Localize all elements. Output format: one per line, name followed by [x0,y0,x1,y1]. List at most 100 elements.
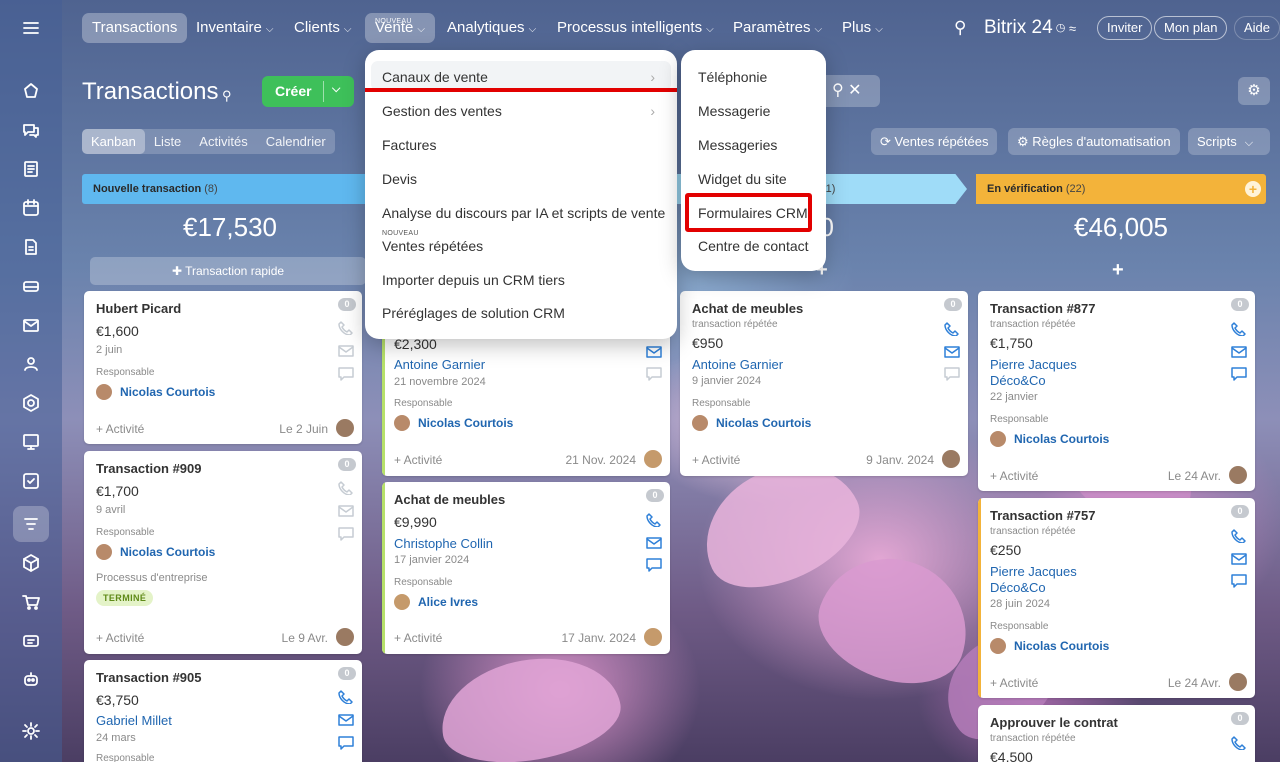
client-link[interactable]: Antoine Garnier [394,357,485,372]
nav-inventaire[interactable]: Inventaire ⌵ [196,13,273,43]
repeat-sales-button[interactable]: ⟳ Ventes répétées [871,128,998,155]
menu-item-analyse-discours[interactable]: Analyse du discours par IA et scripts de… [382,205,665,221]
phone-icon[interactable] [1231,322,1247,337]
responsible-person[interactable]: Nicolas Courtois [990,431,1109,447]
automation-button[interactable]: ⚙ Règles d'automatisation [1008,128,1180,155]
add-activity-link[interactable]: + Activité [990,469,1038,483]
menu-item-importer-crm[interactable]: Importer depuis un CRM tiers [382,272,565,288]
tab-calendrier[interactable]: Calendrier [257,129,335,154]
chat-icon[interactable] [1231,574,1247,588]
bot-icon[interactable] [19,668,43,692]
chat-icon[interactable] [338,367,354,381]
settings-icon[interactable] [19,719,43,743]
phone-icon[interactable] [338,690,354,705]
client-link[interactable]: Pierre Jacques [990,564,1077,579]
deal-card[interactable]: Hubert Picard €1,600 2 juin Responsable … [84,291,362,444]
crm-funnel-icon[interactable] [13,506,49,542]
cart-icon[interactable] [19,590,43,614]
mail-icon[interactable] [19,313,43,337]
sites-icon[interactable] [19,391,43,415]
deal-card[interactable]: Achat de meubles transaction répétée €95… [680,291,968,476]
drive-icon[interactable] [19,274,43,298]
document-icon[interactable] [19,235,43,259]
submenu-item-messagerie[interactable]: Messagerie [698,103,770,119]
help-button[interactable]: Aide [1234,16,1280,40]
quick-transaction-button[interactable]: ✚ Transaction rapide [90,257,366,285]
menu-item-factures[interactable]: Factures [382,137,436,153]
invite-button[interactable]: Inviter [1097,16,1153,40]
company-link[interactable]: Déco&Co [990,580,1046,595]
responsible-person[interactable]: Nicolas Courtois [990,638,1109,654]
deal-card[interactable]: Transaction #877 transaction répétée €1,… [978,291,1255,491]
deal-card[interactable]: Achat de meubles €9,990 Christophe Colli… [382,482,670,654]
client-link[interactable]: Antoine Garnier [692,357,783,372]
deal-card[interactable]: Transaction #757 transaction répétée €25… [978,498,1255,698]
mail-icon[interactable] [338,713,354,727]
home-icon[interactable] [19,79,43,103]
card-title[interactable]: Transaction #877 [990,301,1096,316]
chat-icon[interactable] [1231,367,1247,381]
add-activity-link[interactable]: + Activité [394,453,442,467]
search-icon[interactable]: ⚲ [954,13,966,43]
mail-icon[interactable] [646,345,662,359]
ticket-icon[interactable] [19,629,43,653]
scripts-button[interactable]: Scripts ⌵ [1188,128,1270,155]
submenu-item-centre-de-contact[interactable]: Centre de contact [698,238,809,254]
chat-icon[interactable] [338,527,354,541]
menu-item-gestion-des-ventes[interactable]: Gestion des ventes [382,103,502,119]
chat-icon[interactable] [19,118,43,142]
nav-vente[interactable]: NOUVEAU Vente ⌵ [365,13,435,43]
card-title[interactable]: Transaction #905 [96,670,202,685]
nav-transactions[interactable]: Transactions [82,13,188,43]
brand-logo[interactable]: Bitrix 24 ◷ ≈ [984,13,1076,43]
mail-icon[interactable] [944,345,960,359]
mail-icon[interactable] [646,536,662,550]
deal-card[interactable]: Approuver le contrat transaction répétée… [978,705,1255,762]
menu-item-canaux-de-vente[interactable]: Canaux de vente [382,69,488,85]
add-activity-link[interactable]: + Activité [692,453,740,467]
responsible-person[interactable]: Alice Ivres [394,594,478,610]
submenu-item-telephonie[interactable]: Téléphonie [698,69,767,85]
tab-kanban[interactable]: Kanban [82,129,145,154]
phone-icon[interactable] [1231,529,1247,544]
client-link[interactable]: Gabriel Millet [96,713,172,728]
deal-card[interactable]: Transaction #909 €1,700 9 avril Responsa… [84,451,362,654]
gear-icon[interactable]: ⚙ [1238,77,1270,105]
hamburger-icon[interactable] [19,16,43,40]
create-button[interactable]: Créer ⌵ [262,76,354,107]
phone-icon[interactable] [646,513,662,528]
client-link[interactable]: Pierre Jacques [990,357,1077,372]
phone-icon[interactable] [338,481,354,496]
contacts-icon[interactable] [19,352,43,376]
mail-icon[interactable] [1231,552,1247,566]
search-input[interactable]: ⚲ ✕ [822,75,880,107]
phone-icon[interactable] [1231,736,1247,751]
responsible-person[interactable]: Nicolas Courtois [96,544,215,560]
submenu-item-messageries[interactable]: Messageries [698,137,777,153]
company-link[interactable]: Déco&Co [990,373,1046,388]
card-title[interactable]: Achat de meubles [692,301,803,316]
inventory-icon[interactable] [19,551,43,575]
card-title[interactable]: Transaction #909 [96,461,202,476]
column-header-new[interactable]: Nouvelle transaction (8) [82,174,367,204]
board-icon[interactable] [19,430,43,454]
menu-item-ventes-repetees[interactable]: Ventes répétées [382,238,483,254]
nav-parametres[interactable]: Paramètres ⌵ [733,13,822,43]
add-activity-link[interactable]: + Activité [990,676,1038,690]
client-link[interactable]: Christophe Collin [394,536,493,551]
tasks-icon[interactable] [19,469,43,493]
nav-plus[interactable]: Plus ⌵ [842,13,883,43]
column-header-verification[interactable]: En vérification (22) + [976,174,1266,204]
responsible-person[interactable]: Nicolas Courtois [692,415,811,431]
chat-icon[interactable] [338,736,354,750]
card-title[interactable]: Approuver le contrat [990,715,1118,730]
phone-icon[interactable] [338,321,354,336]
chevron-down-icon[interactable]: ⌵ [332,83,340,96]
menu-item-prereglages[interactable]: Préréglages de solution CRM [382,305,565,321]
nav-clients[interactable]: Clients ⌵ [294,13,351,43]
chat-icon[interactable] [646,367,662,381]
card-title[interactable]: Transaction #757 [990,508,1096,523]
submenu-item-widget-du-site[interactable]: Widget du site [698,171,787,187]
tab-activites[interactable]: Activités [190,129,256,154]
card-title[interactable]: Achat de meubles [394,492,505,507]
